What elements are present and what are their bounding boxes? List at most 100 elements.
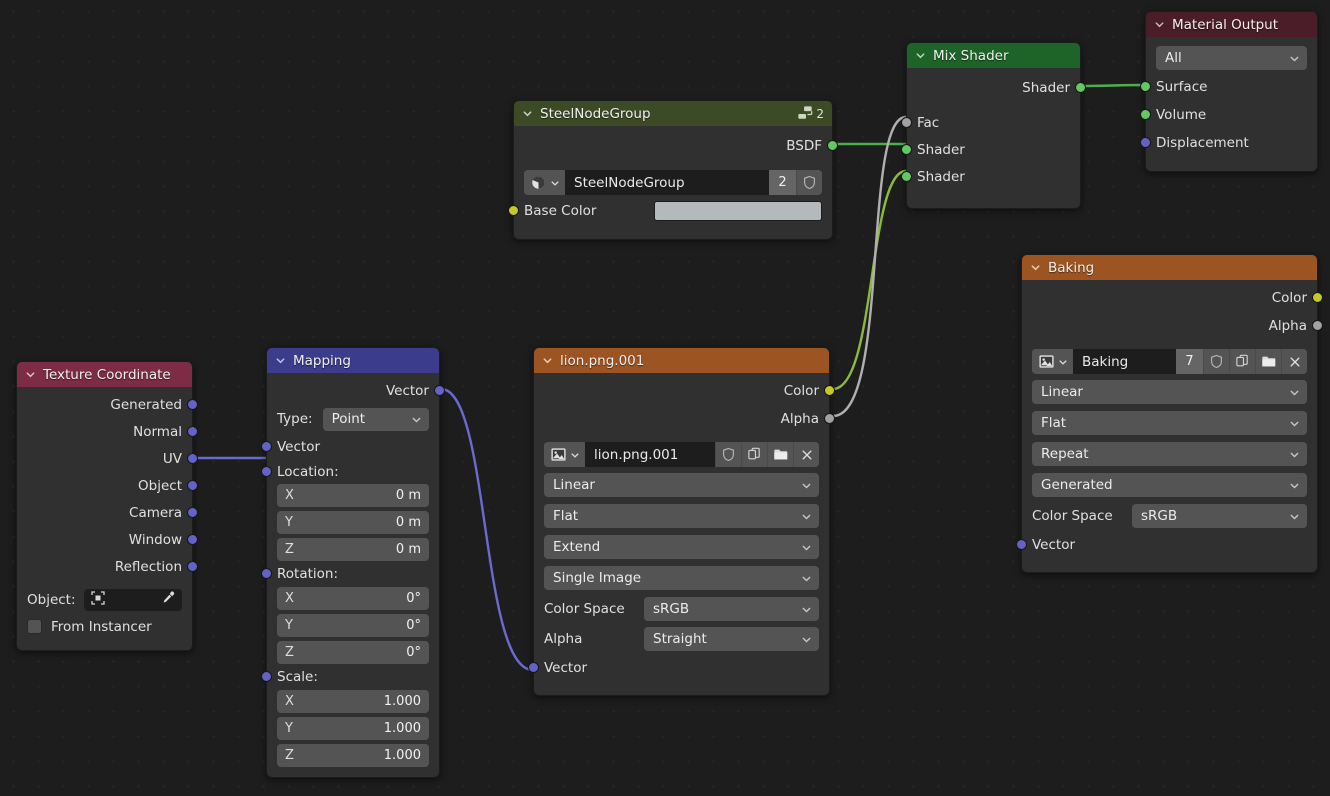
location-x-field[interactable]: X 0 m <box>277 484 429 507</box>
socket-row-shader-1[interactable]: Shader <box>901 136 1080 163</box>
scale-y-field[interactable]: Y 1.000 <box>277 717 429 740</box>
socket-volume[interactable] <box>1140 109 1151 120</box>
socket-row-reflection[interactable]: Reflection <box>17 553 198 580</box>
socket-row-window[interactable]: Window <box>17 526 198 553</box>
node-steel-node-group[interactable]: SteelNodeGroup 2 BSDF SteelNodeGroup 2 B… <box>508 100 838 240</box>
interpolation-dropdown[interactable]: Linear <box>1032 380 1307 404</box>
scale-x-field[interactable]: X 1.000 <box>277 690 429 713</box>
target-dropdown[interactable]: All <box>1156 46 1307 70</box>
socket-shader-2[interactable] <box>901 171 912 182</box>
socket-row-rotation[interactable]: Rotation: <box>261 561 439 587</box>
chevron-down-icon[interactable] <box>915 50 926 61</box>
socket-row-vector-in[interactable]: Vector <box>528 653 829 683</box>
fake-user-button[interactable] <box>715 442 741 467</box>
socket-row-bsdf[interactable]: BSDF <box>514 130 838 162</box>
socket-row-uv[interactable]: UV <box>17 445 198 472</box>
open-image-button[interactable] <box>767 442 793 467</box>
group-datablock-users[interactable]: 2 <box>769 170 796 195</box>
socket-row-fac[interactable]: Fac <box>901 109 1080 136</box>
socket-uv[interactable] <box>187 453 198 464</box>
node-group-indicator[interactable]: 2 <box>796 104 824 123</box>
socket-row-base-color[interactable]: Base Color <box>508 195 832 227</box>
node-header-steel-node-group[interactable]: SteelNodeGroup 2 <box>514 101 832 126</box>
node-header-mix-shader[interactable]: Mix Shader <box>907 43 1080 68</box>
socket-row-vector-in[interactable]: Vector <box>261 433 439 460</box>
node-header-texture-coordinate[interactable]: Texture Coordinate <box>17 362 192 387</box>
socket-row-alpha[interactable]: Alpha <box>1022 312 1323 339</box>
object-field[interactable] <box>83 588 182 611</box>
socket-alpha[interactable] <box>824 413 835 424</box>
node-mix-shader[interactable]: Mix Shader Shader Fac Shader Shader <box>901 42 1086 209</box>
color-space-dropdown[interactable]: sRGB <box>1132 504 1307 528</box>
alpha-mode-dropdown[interactable]: Straight <box>644 627 819 651</box>
color-space-row[interactable]: Color Space sRGB <box>534 595 829 623</box>
chevron-down-icon[interactable] <box>25 369 36 380</box>
socket-row-shader-2[interactable]: Shader <box>901 163 1080 190</box>
location-fields[interactable]: X 0 m Y 0 m Z 0 m <box>277 484 429 561</box>
socket-location[interactable] <box>261 466 272 477</box>
socket-fac[interactable] <box>901 117 912 128</box>
interpolation-dropdown[interactable]: Linear <box>544 473 819 497</box>
socket-base-color[interactable] <box>508 205 519 216</box>
socket-normal[interactable] <box>187 426 198 437</box>
socket-color[interactable] <box>824 385 835 396</box>
alpha-mode-row[interactable]: Alpha Straight <box>534 625 829 653</box>
socket-shader-1[interactable] <box>901 144 912 155</box>
color-space-dropdown[interactable]: sRGB <box>644 597 819 621</box>
chevron-down-icon[interactable] <box>522 108 533 119</box>
new-image-button[interactable] <box>741 442 767 467</box>
rotation-x-field[interactable]: X 0° <box>277 587 429 610</box>
node-header-baking[interactable]: Baking <box>1022 255 1317 280</box>
base-color-swatch[interactable] <box>654 201 822 221</box>
type-dropdown[interactable]: Point <box>322 407 429 431</box>
rotation-z-field[interactable]: Z 0° <box>277 641 429 664</box>
image-datablock-type-button[interactable] <box>1032 349 1073 374</box>
socket-row-volume[interactable]: Volume <box>1140 101 1317 129</box>
socket-row-vector-in[interactable]: Vector <box>1016 530 1317 560</box>
group-datablock-name[interactable]: SteelNodeGroup <box>565 170 769 195</box>
socket-vector-out[interactable] <box>434 385 445 396</box>
group-datablock-row[interactable]: SteelNodeGroup 2 <box>524 170 822 195</box>
from-instancer-checkbox[interactable] <box>27 619 42 634</box>
socket-row-normal[interactable]: Normal <box>17 418 198 445</box>
source-dropdown[interactable]: Single Image <box>544 566 819 590</box>
type-row[interactable]: Type: Point <box>267 405 439 433</box>
socket-row-camera[interactable]: Camera <box>17 499 198 526</box>
node-material-output[interactable]: Material Output All Surface Volume Displ… <box>1140 11 1318 172</box>
extension-dropdown[interactable]: Repeat <box>1032 442 1307 466</box>
source-dropdown[interactable]: Generated <box>1032 473 1307 497</box>
socket-row-alpha[interactable]: Alpha <box>534 405 835 432</box>
open-image-button[interactable] <box>1255 349 1281 374</box>
eyedropper-icon[interactable] <box>161 590 176 609</box>
node-image-texture-baking[interactable]: Baking Color Alpha Baking 7 Linear Flat … <box>1016 254 1323 573</box>
socket-row-color[interactable]: Color <box>1022 284 1323 312</box>
node-texture-coordinate[interactable]: Texture Coordinate Generated Normal UV O… <box>16 361 198 651</box>
chevron-down-icon[interactable] <box>1030 262 1041 273</box>
socket-generated[interactable] <box>187 399 198 410</box>
socket-surface[interactable] <box>1140 81 1151 92</box>
socket-vector-in[interactable] <box>1016 539 1027 550</box>
socket-row-surface[interactable]: Surface <box>1140 73 1317 101</box>
node-header-material-output[interactable]: Material Output <box>1146 12 1317 37</box>
socket-shader-out[interactable] <box>1075 82 1086 93</box>
location-z-field[interactable]: Z 0 m <box>277 538 429 561</box>
rotation-fields[interactable]: X 0° Y 0° Z 0° <box>277 587 429 664</box>
extension-dropdown[interactable]: Extend <box>544 535 819 559</box>
socket-row-location[interactable]: Location: <box>261 460 439 484</box>
node-header-lion[interactable]: lion.png.001 <box>534 348 829 373</box>
socket-scale[interactable] <box>261 671 272 682</box>
image-datablock-type-button[interactable] <box>544 442 585 467</box>
image-datablock-name[interactable]: Baking <box>1073 349 1176 374</box>
color-space-row[interactable]: Color Space sRGB <box>1022 502 1317 530</box>
image-datablock-row[interactable]: lion.png.001 <box>544 442 819 467</box>
chevron-down-icon[interactable] <box>1154 19 1165 30</box>
socket-row-scale[interactable]: Scale: <box>261 664 439 690</box>
node-image-texture-lion[interactable]: lion.png.001 Color Alpha lion.png.001 Li… <box>528 347 835 696</box>
from-instancer-row[interactable]: From Instancer <box>17 613 192 640</box>
socket-color[interactable] <box>1312 292 1323 303</box>
socket-row-shader-out[interactable]: Shader <box>907 72 1086 104</box>
object-selector-row[interactable]: Object: <box>17 586 192 613</box>
socket-vector-in[interactable] <box>261 441 272 452</box>
image-datablock-name[interactable]: lion.png.001 <box>585 442 715 467</box>
rotation-y-field[interactable]: Y 0° <box>277 614 429 637</box>
